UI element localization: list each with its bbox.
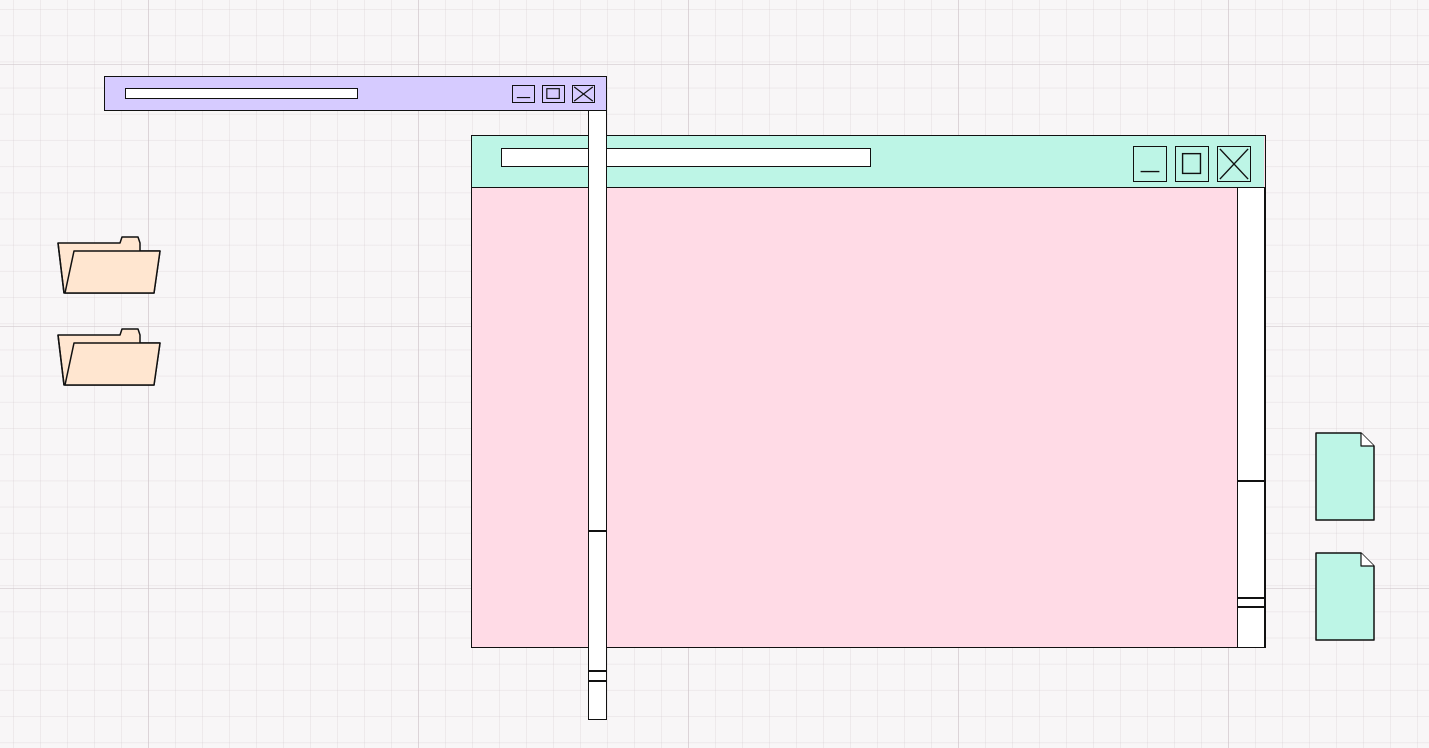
- scrollbar-thumb[interactable]: [589, 531, 606, 671]
- scrollbar-divider: [589, 670, 606, 672]
- maximize-button[interactable]: [542, 85, 565, 103]
- large-window-scrollbar[interactable]: [1237, 187, 1265, 648]
- desktop-folder-1[interactable]: [56, 235, 163, 297]
- minimize-button[interactable]: [512, 85, 535, 103]
- scrollbar-divider: [1238, 597, 1264, 599]
- minimize-button[interactable]: [1133, 146, 1167, 182]
- file-icon: [1315, 432, 1375, 521]
- folder-icon: [57, 328, 161, 386]
- small-window-title-field: [125, 88, 358, 99]
- desktop-file-1[interactable]: [1315, 432, 1376, 522]
- close-button[interactable]: [572, 85, 595, 103]
- maximize-icon: [1181, 152, 1202, 175]
- small-window-scrollbar[interactable]: [588, 110, 607, 720]
- large-window-content[interactable]: [472, 188, 1238, 646]
- maximize-icon: [546, 88, 560, 100]
- close-icon: [573, 86, 594, 102]
- desktop-file-2[interactable]: [1315, 552, 1376, 642]
- scrollbar-thumb[interactable]: [1238, 481, 1264, 598]
- maximize-button[interactable]: [1175, 146, 1209, 182]
- minimize-icon: [1140, 170, 1160, 173]
- large-window-title-field: [501, 148, 871, 167]
- desktop-folder-2[interactable]: [56, 327, 163, 389]
- scrollbar-divider: [1238, 606, 1264, 608]
- folder-icon: [57, 236, 161, 294]
- close-icon: [1219, 148, 1249, 180]
- close-button[interactable]: [1217, 146, 1251, 182]
- small-window[interactable]: [104, 76, 607, 111]
- file-icon: [1315, 552, 1375, 641]
- scrollbar-divider: [589, 680, 606, 682]
- minimize-icon: [516, 96, 531, 99]
